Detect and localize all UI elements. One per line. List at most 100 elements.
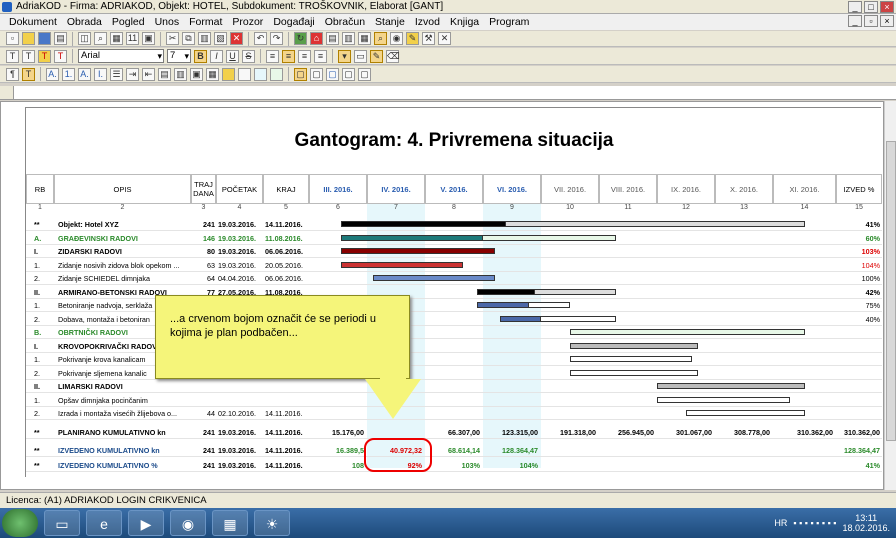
text-style-icon[interactable]: T <box>6 49 19 63</box>
summary-row[interactable]: ** IZVEDENO KUMULATIVNO % 241 19.03.2016. 14… <box>26 459 882 472</box>
ie-taskbar-icon[interactable]: e <box>86 510 122 536</box>
chrome-taskbar-icon[interactable]: ◉ <box>170 510 206 536</box>
view-icon[interactable]: ▣ <box>142 32 155 45</box>
menu-item[interactable]: Događaji <box>268 16 319 28</box>
column-header[interactable]: III. 2016. <box>309 174 367 204</box>
shade-icon[interactable]: ▦ <box>206 67 219 81</box>
mdi-close-button[interactable]: × <box>880 15 894 27</box>
table-row[interactable]: A. GRAĐEVINSKI RADOVI 146 19.03.2016. 11.08.… <box>26 232 882 245</box>
align-left-icon[interactable]: ≡ <box>266 49 279 63</box>
explorer-taskbar-icon[interactable]: ▭ <box>44 510 80 536</box>
menu-item[interactable]: Knjiga <box>445 16 484 28</box>
page-setup-icon[interactable]: ▦ <box>110 32 123 45</box>
refresh-icon[interactable]: ↻ <box>294 32 307 45</box>
gantt-bar[interactable] <box>570 329 805 335</box>
print-preview-icon[interactable]: ◫ <box>78 32 91 45</box>
menu-item[interactable]: Izvod <box>410 16 445 28</box>
text-style2-icon[interactable]: T <box>22 49 35 63</box>
gantt-bar[interactable] <box>657 383 805 389</box>
column-header[interactable]: POČETAK <box>216 174 263 204</box>
color-cyan-icon[interactable] <box>254 67 267 81</box>
new-document-icon[interactable]: ▫ <box>6 32 19 45</box>
table-row[interactable]: 1. Opšav dimnjaka pocinčanim <box>26 394 882 407</box>
summary-row[interactable]: ** PLANIRANO KUMULATIVNO kn 241 19.03.2016.… <box>26 426 882 439</box>
filter-icon[interactable]: ◉ <box>390 32 403 45</box>
undo-icon[interactable]: ↶ <box>254 32 267 45</box>
close-doc-icon[interactable]: ✕ <box>438 32 451 45</box>
border-box-icon[interactable]: ▢ <box>294 67 307 81</box>
vertical-scrollbar[interactable] <box>884 101 896 490</box>
color-yellow-icon[interactable] <box>222 67 235 81</box>
column-header[interactable]: V. 2016. <box>425 174 483 204</box>
paragraph-icon[interactable]: ¶ <box>6 67 19 81</box>
format-painter-icon[interactable]: ▧ <box>214 32 227 45</box>
adriakod-taskbar-icon[interactable]: ▦ <box>212 510 248 536</box>
format-icon[interactable]: ▤ <box>158 67 171 81</box>
border-box3-icon[interactable]: ▢ <box>342 67 355 81</box>
column-header[interactable]: TRAJ DANA <box>191 174 216 204</box>
numbering-a-icon[interactable]: A. <box>46 67 59 81</box>
column-header[interactable]: X. 2016. <box>715 174 773 204</box>
copy-format-icon[interactable]: ▥ <box>174 67 187 81</box>
search-icon[interactable]: ⌕ <box>374 32 387 45</box>
table-row[interactable]: 2. Zidanje SCHIEDEL dimnjaka 64 04.04.2016.… <box>26 272 882 285</box>
justify-icon[interactable]: ≡ <box>314 49 327 63</box>
gantt-bar[interactable] <box>570 342 698 349</box>
numbering-1-icon[interactable]: 1. <box>62 67 75 81</box>
table-row[interactable]: ** Objekt: Hotel XYZ 241 19.03.2016. 14.11.2… <box>26 218 882 231</box>
minimize-button[interactable]: _ <box>848 1 862 13</box>
color-white-icon[interactable] <box>238 67 251 81</box>
edit-icon[interactable]: ✎ <box>406 32 419 45</box>
tray-icons[interactable]: ▪ ▪ ▪ ▪ ▪ ▪ ▪ ▪ <box>793 518 836 528</box>
outdent-icon[interactable]: ⇤ <box>142 67 155 81</box>
redo-icon[interactable]: ↷ <box>270 32 283 45</box>
border-box2-icon[interactable]: ▢ <box>310 67 323 81</box>
gantt-bar[interactable] <box>686 410 805 416</box>
font-name-select[interactable]: Arial <box>78 49 164 63</box>
gantt-bar[interactable] <box>570 356 692 362</box>
menu-item[interactable]: Stanje <box>370 16 410 28</box>
mdi-restore-button[interactable]: ▫ <box>864 15 878 27</box>
numbering-i-icon[interactable]: I. <box>94 67 107 81</box>
align-center-icon[interactable]: ≡ <box>282 49 295 63</box>
table-row[interactable]: 1. Zidanje nosivih zidova blok opekom ...… <box>26 259 882 272</box>
paste-icon[interactable]: ▥ <box>198 32 211 45</box>
menu-item[interactable]: Pogled <box>107 16 150 28</box>
column-header[interactable]: RB <box>26 174 54 204</box>
strike-button[interactable]: S <box>242 49 255 63</box>
menu-item[interactable]: Program <box>484 16 534 28</box>
column-header[interactable]: IX. 2016. <box>657 174 715 204</box>
text-color-icon[interactable]: T <box>54 49 67 63</box>
column-header[interactable]: IV. 2016. <box>367 174 425 204</box>
indent-icon[interactable]: ⇥ <box>126 67 139 81</box>
valign-icon[interactable]: ▾ <box>338 49 351 63</box>
underline-button[interactable]: U <box>226 49 239 63</box>
pencil-icon[interactable]: ✎ <box>370 49 383 63</box>
bold-button[interactable]: B <box>194 49 207 63</box>
text-highlight-icon[interactable]: T <box>38 49 51 63</box>
cut-icon[interactable]: ✂ <box>166 32 179 45</box>
open-folder-icon[interactable] <box>22 32 35 45</box>
numbering-a2-icon[interactable]: A. <box>78 67 91 81</box>
summary-row[interactable]: ** IZVEDENO KUMULATIVNO kn 241 19.03.2016. 1… <box>26 444 882 457</box>
menu-item[interactable]: Obračun <box>320 16 370 28</box>
media-taskbar-icon[interactable]: ▶ <box>128 510 164 536</box>
tools-icon[interactable]: ⚒ <box>422 32 435 45</box>
maximize-button[interactable]: □ <box>864 1 878 13</box>
font-size-icon[interactable]: 11 <box>126 32 139 45</box>
formula-bar[interactable] <box>0 86 896 100</box>
column-header[interactable]: KRAJ <box>263 174 309 204</box>
border-icon[interactable]: ▭ <box>354 49 367 63</box>
color-green-icon[interactable] <box>270 67 283 81</box>
menu-item[interactable]: Dokument <box>4 16 62 28</box>
table-row[interactable]: 2. Izrada i montaža visećih žlijebova o..… <box>26 407 882 420</box>
column-header[interactable]: VII. 2016. <box>541 174 599 204</box>
column-header[interactable]: IZVED % <box>836 174 882 204</box>
menu-item[interactable]: Obrada <box>62 16 107 28</box>
print-icon[interactable]: ▤ <box>54 32 67 45</box>
menu-item[interactable]: Format <box>184 16 227 28</box>
start-button[interactable] <box>2 509 38 537</box>
border-box4-icon[interactable]: ▢ <box>358 67 371 81</box>
save-icon[interactable] <box>38 32 51 45</box>
column-header[interactable]: VIII. 2016. <box>599 174 657 204</box>
